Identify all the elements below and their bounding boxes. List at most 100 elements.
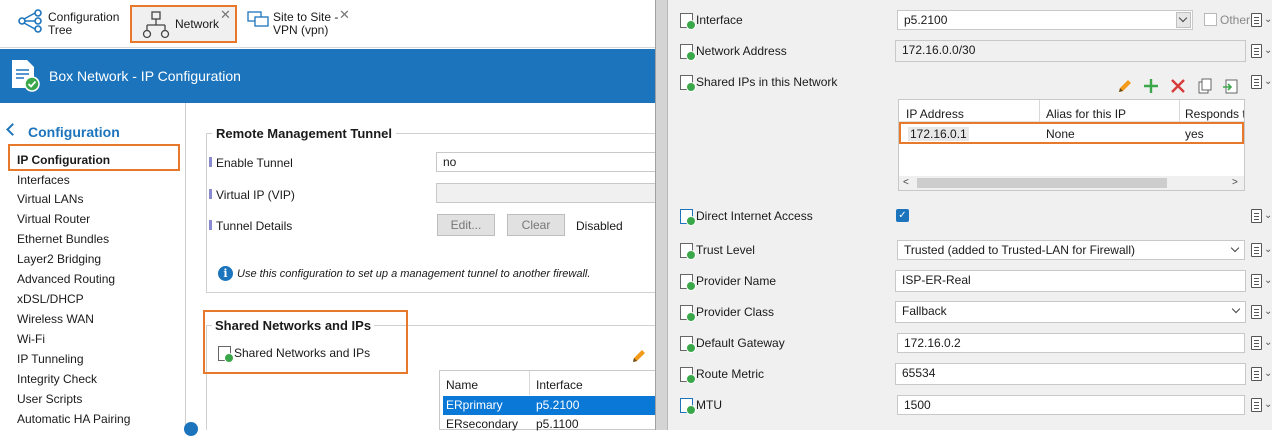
clipboard-icon[interactable]	[1251, 209, 1262, 223]
trust-level-select[interactable]: Trusted (added to Trusted-LAN for Firewa…	[897, 240, 1245, 260]
marker	[209, 157, 212, 167]
marker	[209, 220, 212, 230]
clipboard-icon[interactable]	[1251, 367, 1262, 381]
copy-icon[interactable]	[1196, 77, 1214, 95]
vpn-icon	[247, 11, 269, 27]
sidebar-item-interfaces[interactable]: Interfaces	[17, 173, 70, 187]
sidebar-item-advanced-routing[interactable]: Advanced Routing	[17, 272, 115, 286]
tab-network-label: Network	[175, 17, 220, 31]
clipboard-icon[interactable]	[1251, 44, 1262, 58]
round-button[interactable]	[184, 422, 198, 436]
chevron-down-icon[interactable]: ⌄	[1264, 275, 1272, 286]
route-metric-field[interactable]: 65534	[895, 363, 1246, 385]
pencil-icon[interactable]	[630, 347, 648, 365]
chevron-down-icon[interactable]: ⌄	[1264, 399, 1272, 410]
delete-icon[interactable]	[1169, 77, 1187, 95]
config-node-icon	[680, 274, 696, 292]
scroll-left-icon[interactable]: <	[903, 177, 909, 188]
chevron-down-icon[interactable]: ⌄	[1264, 76, 1272, 87]
table-row[interactable]: ERsecondary p5.1100	[443, 415, 656, 434]
sidebar-item-virtual-router[interactable]: Virtual Router	[17, 212, 90, 226]
config-node-icon	[680, 209, 696, 227]
sidebar-item-automatic-ha-pairing[interactable]: Automatic HA Pairing	[17, 412, 130, 426]
mtu-field[interactable]: 1500	[897, 395, 1245, 415]
clear-button[interactable]: Clear	[507, 214, 565, 236]
virtual-ip-field[interactable]	[436, 183, 655, 203]
table-cell: yes	[1185, 127, 1204, 141]
sidebar-item-virtual-lans[interactable]: Virtual LANs	[17, 192, 83, 206]
table-cell: ERprimary	[446, 398, 503, 412]
tab-site-to-site-vpn[interactable]: Site to Site - VPN (vpn) ✕	[246, 6, 356, 42]
chevron-down-icon[interactable]: ⌄	[1264, 244, 1272, 255]
provider-name-field[interactable]: ISP-ER-Real	[895, 270, 1246, 292]
column-divider	[529, 371, 530, 395]
table-row[interactable]: ERprimary p5.2100	[443, 396, 656, 415]
sidebar-item-ip-tunneling[interactable]: IP Tunneling	[17, 352, 84, 366]
sidebar-item-wireless-wan[interactable]: Wireless WAN	[17, 312, 94, 326]
clipboard-icon[interactable]	[1251, 274, 1262, 288]
column-header-interface[interactable]: Interface	[536, 378, 583, 392]
scroll-thumb[interactable]	[917, 178, 1167, 188]
chevron-down-icon	[1231, 304, 1241, 314]
paste-icon[interactable]	[1222, 77, 1240, 95]
direct-internet-checkbox[interactable]: ✓	[896, 209, 909, 222]
chevron-down-icon[interactable]: ⌄	[1264, 14, 1272, 25]
column-header-responds[interactable]: Responds to	[1185, 107, 1244, 121]
default-gateway-label: Default Gateway	[680, 336, 785, 354]
sidebar-item-wi-fi[interactable]: Wi-Fi	[17, 332, 45, 346]
network-address-field[interactable]: 172.16.0.0/30	[895, 40, 1246, 62]
tab-configuration-tree[interactable]: Configuration Tree	[14, 6, 124, 42]
plus-icon[interactable]	[1142, 77, 1160, 95]
table-cell: p5.2100	[536, 398, 580, 412]
provider-class-select[interactable]: Fallback	[895, 301, 1246, 323]
clipboard-icon[interactable]	[1251, 243, 1262, 257]
pencil-icon[interactable]	[1116, 77, 1134, 95]
column-header-alias[interactable]: Alias for this IP	[1046, 107, 1126, 121]
table-cell: None	[1046, 127, 1075, 141]
clipboard-icon[interactable]	[1251, 336, 1262, 350]
rmt-title: Remote Management Tunnel	[212, 126, 397, 141]
clipboard-icon[interactable]	[1251, 398, 1262, 412]
direct-internet-label: Direct Internet Access	[680, 209, 813, 227]
chevron-down-icon[interactable]: ⌄	[1264, 337, 1272, 348]
chevron-down-icon[interactable]: ⌄	[1264, 368, 1272, 379]
table-cell: ERsecondary	[446, 417, 519, 431]
sidebar-item-layer2-bridging[interactable]: Layer2 Bridging	[17, 252, 101, 266]
sidebar-item-integrity-check[interactable]: Integrity Check	[17, 372, 97, 386]
sidebar-item-ethernet-bundles[interactable]: Ethernet Bundles	[17, 232, 109, 246]
default-gateway-field[interactable]: 172.16.0.2	[897, 333, 1245, 353]
chevron-down-icon[interactable]: ⌄	[1264, 306, 1272, 317]
close-icon[interactable]: ✕	[339, 8, 350, 21]
close-icon[interactable]: ✕	[220, 8, 231, 21]
column-header-name[interactable]: Name	[446, 378, 478, 392]
config-node-icon	[680, 305, 696, 323]
shared-networks-label: Shared Networks and IPs	[234, 346, 371, 360]
interface-select[interactable]: p5.2100	[897, 10, 1193, 30]
sidebar-item-xdsl-dhcp[interactable]: xDSL/DHCP	[17, 292, 84, 306]
document-check-icon	[12, 60, 40, 92]
other-checkbox[interactable]	[1204, 13, 1217, 26]
clipboard-icon[interactable]	[1251, 75, 1262, 89]
enable-tunnel-select[interactable]: no	[436, 152, 655, 172]
chevron-down-icon[interactable]: ⌄	[1264, 45, 1272, 56]
scroll-right-icon[interactable]: >	[1232, 177, 1238, 188]
clipboard-icon[interactable]	[1251, 305, 1262, 319]
config-node-icon	[680, 336, 696, 354]
column-divider	[1039, 100, 1040, 122]
tunnel-status: Disabled	[576, 219, 623, 233]
chevron-down-icon[interactable]: ⌄	[1264, 210, 1272, 221]
collapse-chevron-icon[interactable]	[6, 123, 19, 136]
route-metric-label: Route Metric	[680, 367, 764, 385]
tab-network[interactable]: Network ✕	[130, 5, 237, 43]
horizontal-scrollbar[interactable]: < >	[899, 176, 1244, 190]
table-row[interactable]: 172.16.0.1 None yes	[899, 122, 1244, 144]
clipboard-icon[interactable]	[1251, 13, 1262, 27]
ip-table: IP Address Alias for this IP Responds to…	[898, 99, 1245, 191]
column-divider	[1179, 100, 1180, 122]
provider-name-label: Provider Name	[680, 274, 776, 292]
column-header-ip-address[interactable]: IP Address	[906, 107, 964, 121]
tunnel-details-label: Tunnel Details	[216, 219, 293, 233]
sidebar-item-user-scripts[interactable]: User Scripts	[17, 392, 82, 406]
edit-button[interactable]: Edit...	[437, 214, 495, 236]
network-address-label: Network Address	[680, 44, 787, 62]
